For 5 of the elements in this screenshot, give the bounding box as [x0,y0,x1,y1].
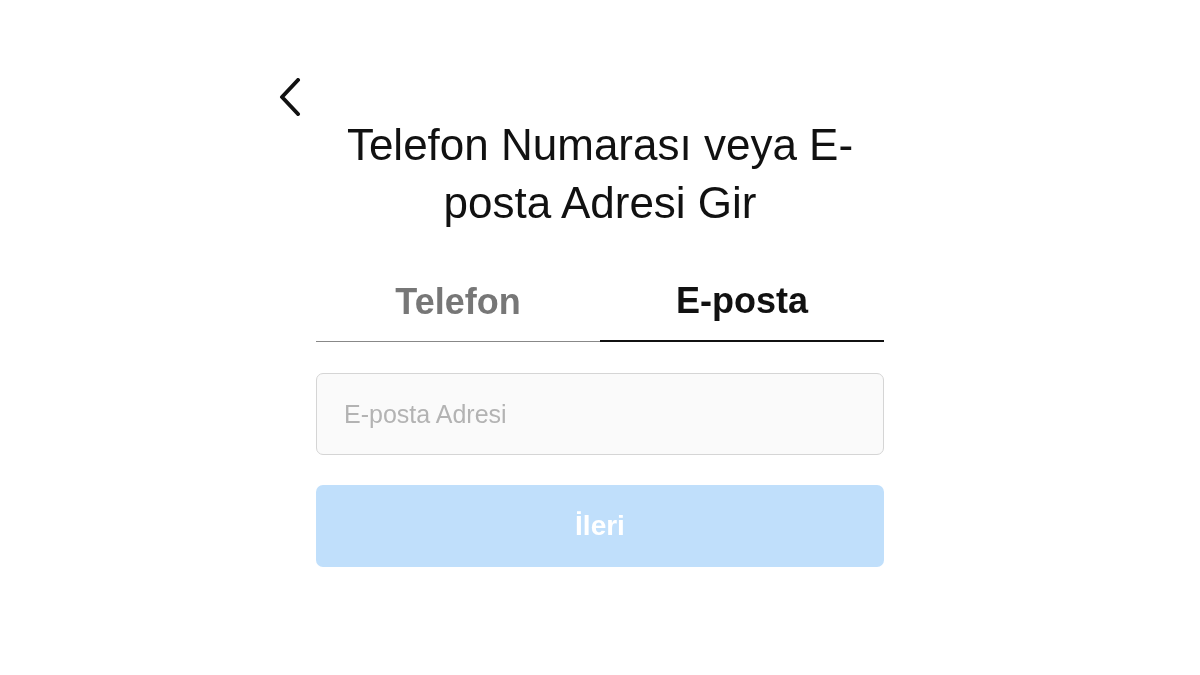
email-field[interactable]: E-posta Adresi [316,373,884,455]
page-title: Telefon Numarası veya E-posta Adresi Gir [345,119,855,229]
tab[interactable]: Telefon [316,280,600,342]
back-icon[interactable] [278,78,302,116]
tab[interactable]: E-posta [600,280,884,342]
